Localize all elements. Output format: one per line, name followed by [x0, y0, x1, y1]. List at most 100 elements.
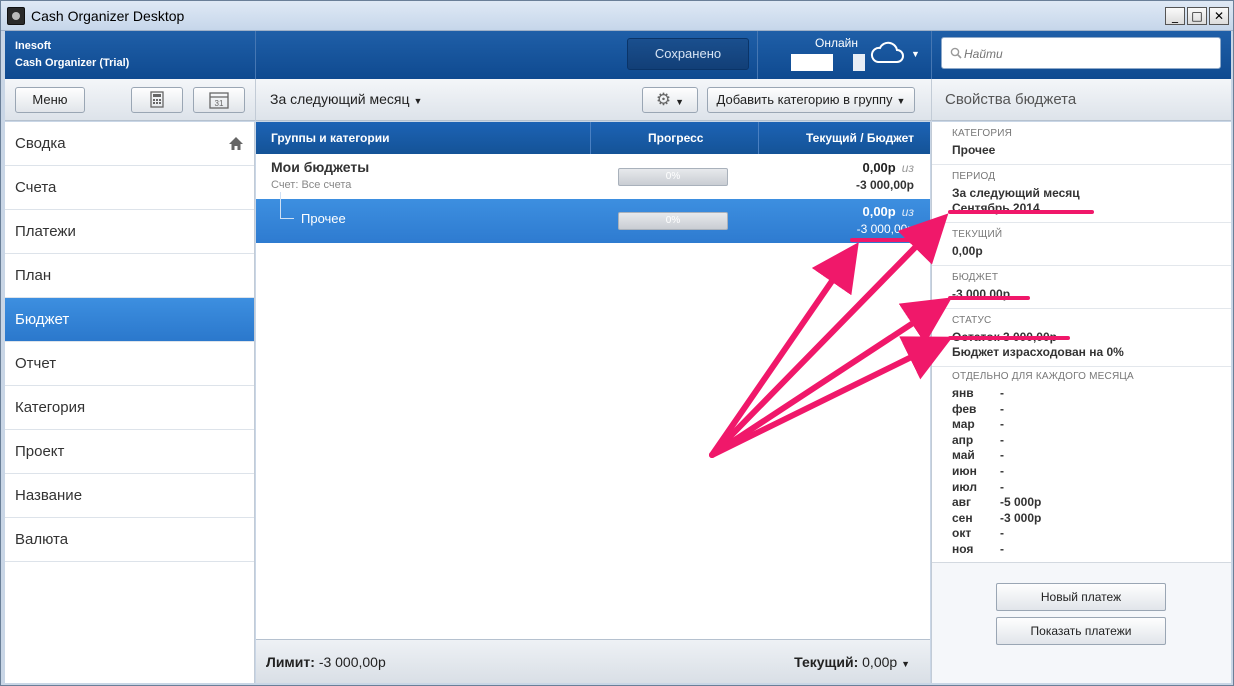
prop-status: СТАТУС Остаток 3 000,00р Бюджет израсход… — [932, 309, 1231, 367]
progress-bar: 0% — [618, 168, 728, 186]
sidebar-item-label: Платежи — [15, 223, 76, 240]
maximize-button[interactable]: □ — [1187, 7, 1207, 25]
calendar-day: 31 — [215, 99, 224, 108]
column-divider — [758, 122, 759, 154]
column-header-groups[interactable]: Группы и категории — [271, 131, 389, 145]
app-window: Cash Organizer Desktop _ □ ✕ Inesoft Cas… — [0, 0, 1234, 686]
budget-amount: -3 000,00р — [856, 222, 914, 236]
limit-label: Лимит: — [266, 654, 315, 670]
prop-category: КАТЕГОРИЯ Прочее — [932, 122, 1231, 165]
sync-indicator — [853, 54, 865, 71]
current-value: 0,00р — [862, 160, 896, 175]
calculator-icon — [150, 91, 164, 108]
title-bar: Cash Organizer Desktop _ □ ✕ — [1, 1, 1233, 31]
period-dropdown[interactable]: За следующий месяц ▼ — [270, 91, 422, 107]
close-button[interactable]: ✕ — [1209, 7, 1229, 25]
month-row: сен -3 000р — [952, 511, 1211, 527]
column-header-progress[interactable]: Прогресс — [648, 131, 703, 145]
month-row: ноя - — [952, 542, 1211, 558]
sidebar-item-budget[interactable]: Бюджет — [5, 298, 254, 342]
table-row-group[interactable]: Мои бюджеты Счет: Все счета 0% 0,00р из -… — [256, 154, 930, 199]
prop-value: Прочее — [952, 143, 996, 157]
column-header-amount[interactable]: Текущий / Бюджет — [806, 131, 914, 145]
month-name: апр — [952, 432, 974, 447]
calendar-button[interactable]: 31 — [193, 87, 245, 113]
saved-button[interactable]: Сохранено — [627, 38, 749, 70]
sidebar: Сводка Счета Платежи План Бюджет Отчет К… — [5, 122, 255, 683]
header-divider — [931, 31, 932, 79]
properties-title: Свойства бюджета — [945, 91, 1077, 108]
menu-button[interactable]: Меню — [15, 87, 85, 113]
current-total[interactable]: Текущий: 0,00р ▼ — [794, 654, 910, 670]
prop-value: -3 000,00р — [952, 287, 1011, 301]
sidebar-item-label: Проект — [15, 443, 65, 460]
home-icon[interactable] — [228, 136, 244, 151]
vendor-name: Inesoft — [15, 40, 52, 52]
prop-value: Остаток 3 000,00р Бюджет израсходован на… — [952, 330, 1211, 360]
sidebar-item-accounts[interactable]: Счета — [5, 166, 254, 210]
search-input[interactable] — [964, 44, 1204, 64]
tree-connector — [280, 218, 294, 219]
month-value: - — [1000, 541, 1004, 556]
chevron-down-icon: ▼ — [675, 97, 685, 107]
sidebar-item-payee[interactable]: Название — [5, 474, 254, 518]
minimize-button[interactable]: _ — [1165, 7, 1185, 25]
sidebar-item-currency[interactable]: Валюта — [5, 518, 254, 562]
prop-label: ОТДЕЛЬНО ДЛЯ КАЖДОГО МЕСЯЦА — [952, 371, 1134, 382]
sidebar-item-category[interactable]: Категория — [5, 386, 254, 430]
month-name: янв — [952, 386, 974, 400]
limit-value: -3 000,00р — [318, 654, 386, 670]
month-value: -3 000р — [1000, 510, 1042, 525]
month-name: июн — [952, 463, 977, 478]
prop-value: За следующий месяц Сентябрь 2014 — [952, 186, 1211, 216]
month-name: ноя — [952, 541, 974, 556]
online-label: Онлайн — [815, 36, 858, 50]
product-name: Cash Organizer (Trial) — [15, 57, 130, 69]
group-account: Счет: Все счета — [271, 179, 352, 191]
new-payment-button[interactable]: Новый платеж — [996, 583, 1166, 611]
app-header: Inesoft Cash Organizer (Trial) Сохранено… — [5, 31, 1231, 79]
sidebar-item-summary[interactable]: Сводка — [5, 122, 254, 166]
group-name: Мои бюджеты — [271, 159, 370, 175]
gear-icon: ⚙ — [655, 90, 672, 110]
sidebar-item-label: Сводка — [15, 135, 66, 152]
month-row: окт - — [952, 526, 1211, 542]
month-value: - — [1000, 463, 1004, 478]
sync-indicator — [791, 54, 833, 71]
month-value: - — [1000, 401, 1004, 416]
chevron-down-icon[interactable]: ▼ — [911, 49, 920, 59]
chevron-down-icon: ▼ — [901, 659, 910, 669]
month-name: июл — [952, 479, 977, 494]
sidebar-item-plan[interactable]: План — [5, 254, 254, 298]
current-total-value: 0,00р — [862, 654, 898, 670]
add-category-label: Добавить категорию в группу — [716, 92, 893, 107]
current-amount: 0,00р из — [862, 160, 914, 175]
show-payments-button[interactable]: Показать платежи — [996, 617, 1166, 645]
month-value: - — [1000, 386, 1004, 400]
add-category-button[interactable]: Добавить категорию в группу ▼ — [707, 87, 915, 113]
budget-amount: -3 000,00р — [855, 178, 914, 192]
toolbar-divider — [931, 79, 932, 121]
properties-panel: КАТЕГОРИЯ Прочее ПЕРИОД За следующий мес… — [931, 122, 1231, 683]
search-icon — [950, 47, 962, 59]
period-name: За следующий месяц — [952, 186, 1080, 200]
sidebar-item-label: Валюта — [15, 531, 69, 548]
current-value: 0,00р — [862, 204, 896, 219]
prop-monthly: ОТДЕЛЬНО ДЛЯ КАЖДОГО МЕСЯЦА — [932, 367, 1231, 384]
month-name: фев — [952, 401, 977, 416]
table-row-category[interactable]: Прочее 0% 0,00р из -3 000,00р — [256, 192, 930, 243]
prop-label: КАТЕГОРИЯ — [952, 128, 1013, 139]
cloud-icon[interactable] — [869, 41, 905, 65]
sidebar-item-report[interactable]: Отчет — [5, 342, 254, 386]
month-row: июн - — [952, 464, 1211, 480]
settings-button[interactable]: ⚙ ▼ — [642, 87, 698, 113]
month-row: апр - — [952, 433, 1211, 449]
sidebar-item-label: Бюджет — [15, 311, 70, 328]
sidebar-item-project[interactable]: Проект — [5, 430, 254, 474]
sidebar-item-payments[interactable]: Платежи — [5, 210, 254, 254]
prop-value: 0,00р — [952, 244, 983, 258]
header-divider — [255, 31, 256, 79]
month-value: - — [1000, 479, 1004, 494]
search-box[interactable] — [941, 37, 1221, 69]
calculator-button[interactable] — [131, 87, 183, 113]
